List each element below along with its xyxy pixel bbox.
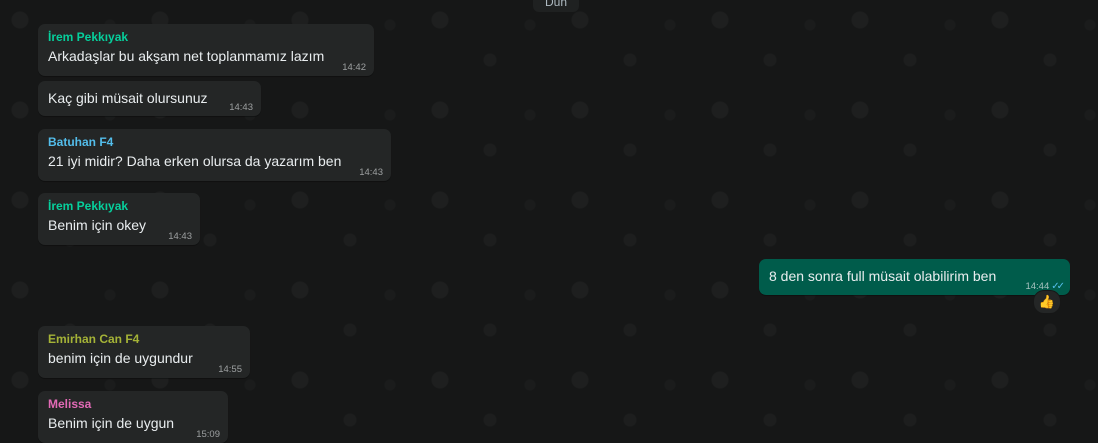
message-time: 14:43 <box>168 231 192 242</box>
reaction-badge[interactable]: 👍 <box>1033 290 1061 314</box>
message-text: 8 den sonra full müsait olabilirim ben <box>769 268 997 284</box>
message-bubble[interactable]: Emirhan Can F4 benim için de uygundur 14… <box>38 326 250 378</box>
message-text: Kaç gibi müsait olursunuz <box>48 90 208 106</box>
sender-name[interactable]: İrem Pekkıyak <box>48 30 364 45</box>
sender-name[interactable]: Batuhan F4 <box>48 135 381 150</box>
message-bubble[interactable]: Batuhan F4 21 iyi midir? Daha erken olur… <box>38 129 391 181</box>
message-text: Arkadaşlar bu akşam net toplanmamız lazı… <box>48 48 325 64</box>
message-time: 14:43 <box>229 102 253 113</box>
message-text: Benim için de uygun <box>48 415 175 431</box>
message-time: 15:09 <box>196 429 220 440</box>
message-bubble[interactable]: Melissa Benim için de uygun 15:09 <box>38 391 228 443</box>
message-text: benim için de uygundur <box>48 350 193 366</box>
thumbs-up-icon: 👍 <box>1038 294 1056 309</box>
date-separator: Dün <box>533 0 580 12</box>
message-bubble[interactable]: İrem Pekkıyak Arkadaşlar bu akşam net to… <box>38 24 374 76</box>
sender-name[interactable]: Emirhan Can F4 <box>48 332 240 347</box>
message-text: 21 iyi midir? Daha erken olursa da yazar… <box>48 153 342 169</box>
message-time: 14:43 <box>359 167 383 178</box>
sender-name[interactable]: Melissa <box>48 397 218 412</box>
message-time: 14:55 <box>218 364 242 375</box>
outgoing-message-bubble[interactable]: 8 den sonra full müsait olabilirim ben 1… <box>759 259 1070 295</box>
message-bubble[interactable]: İrem Pekkıyak Benim için okey 14:43 <box>38 193 200 245</box>
sender-name[interactable]: İrem Pekkıyak <box>48 199 190 214</box>
message-bubble[interactable]: Kaç gibi müsait olursunuz 14:43 <box>38 81 261 116</box>
message-time: 14:42 <box>342 62 366 73</box>
